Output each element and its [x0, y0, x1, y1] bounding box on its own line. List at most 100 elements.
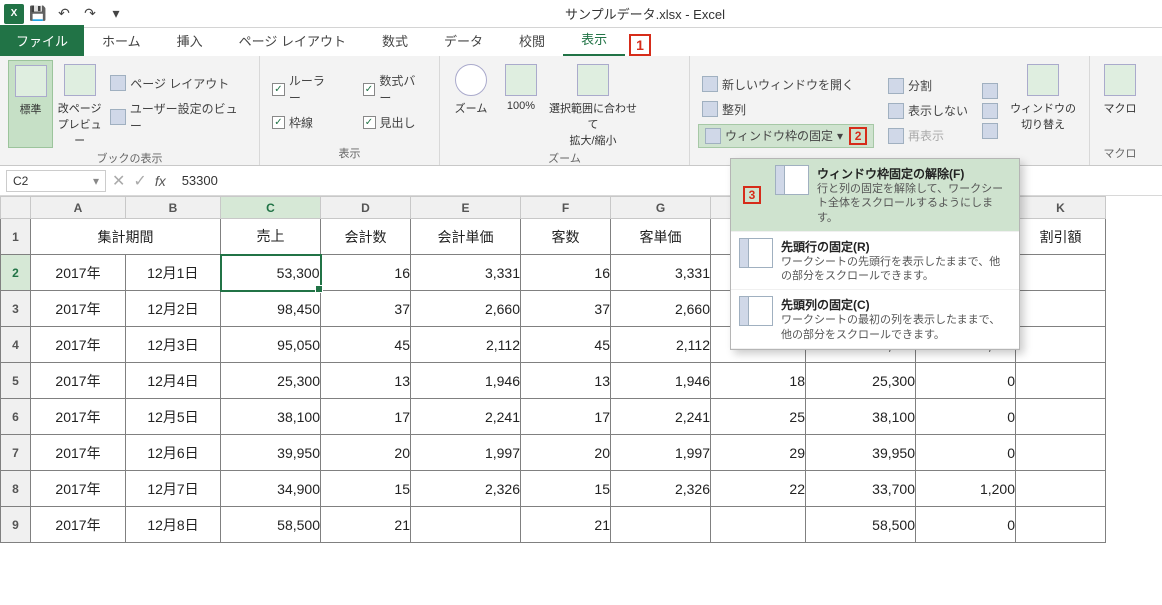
- cell[interactable]: 38,100: [221, 399, 321, 435]
- cell[interactable]: 15: [521, 471, 611, 507]
- col-header[interactable]: C: [221, 197, 321, 219]
- row-header[interactable]: 1: [1, 219, 31, 255]
- cell[interactable]: 12月2日: [126, 291, 221, 327]
- cell[interactable]: [1016, 363, 1106, 399]
- cell[interactable]: 2017年: [31, 363, 126, 399]
- cell[interactable]: 0: [916, 435, 1016, 471]
- cell[interactable]: [1016, 471, 1106, 507]
- cell[interactable]: 1,946: [611, 363, 711, 399]
- qat-customize-icon[interactable]: ▾: [104, 2, 128, 26]
- row-header[interactable]: 3: [1, 291, 31, 327]
- cell[interactable]: 53,300: [221, 255, 321, 291]
- cell[interactable]: 12月4日: [126, 363, 221, 399]
- cell[interactable]: 21: [321, 507, 411, 543]
- cell[interactable]: 21: [521, 507, 611, 543]
- cell[interactable]: 18: [711, 363, 806, 399]
- row-header[interactable]: 5: [1, 363, 31, 399]
- cell[interactable]: 2,326: [611, 471, 711, 507]
- cell[interactable]: 12月6日: [126, 435, 221, 471]
- cell[interactable]: 16: [521, 255, 611, 291]
- cell[interactable]: 2,241: [411, 399, 521, 435]
- col-header[interactable]: K: [1016, 197, 1106, 219]
- split-button[interactable]: 分割: [884, 75, 972, 96]
- cell[interactable]: 2017年: [31, 435, 126, 471]
- page-layout-button[interactable]: ページ レイアウト: [106, 73, 251, 94]
- unfreeze-panes-item[interactable]: 3 ウィンドウ枠固定の解除(F) 行と列の固定を解除して、ワークシート全体をスク…: [731, 159, 1019, 232]
- row-header[interactable]: 9: [1, 507, 31, 543]
- cell[interactable]: 29: [711, 435, 806, 471]
- cell[interactable]: 17: [521, 399, 611, 435]
- compare-icon[interactable]: [982, 83, 998, 99]
- cell[interactable]: 15: [321, 471, 411, 507]
- save-button[interactable]: 💾: [26, 2, 50, 26]
- cell[interactable]: 0: [916, 507, 1016, 543]
- cell[interactable]: [1016, 507, 1106, 543]
- cell[interactable]: 12月8日: [126, 507, 221, 543]
- cell[interactable]: 34,900: [221, 471, 321, 507]
- cell[interactable]: 38,100: [806, 399, 916, 435]
- cell[interactable]: [611, 507, 711, 543]
- cell[interactable]: 16: [321, 255, 411, 291]
- cell[interactable]: 2017年: [31, 471, 126, 507]
- cell[interactable]: 39,950: [806, 435, 916, 471]
- cell[interactable]: 98,450: [221, 291, 321, 327]
- cancel-icon[interactable]: ✕: [112, 171, 125, 191]
- freeze-first-col-item[interactable]: 先頭列の固定(C) ワークシートの最初の列を表示したままで、他の部分をスクロール…: [731, 290, 1019, 349]
- tab-insert[interactable]: 挿入: [159, 25, 221, 56]
- cell[interactable]: 20: [521, 435, 611, 471]
- reset-pos-icon[interactable]: [982, 123, 998, 139]
- cell[interactable]: 45: [521, 327, 611, 363]
- cell[interactable]: [711, 507, 806, 543]
- enter-icon[interactable]: ✓: [133, 171, 146, 191]
- row-header[interactable]: 8: [1, 471, 31, 507]
- cell[interactable]: 売上: [221, 219, 321, 255]
- tab-view[interactable]: 表示: [563, 23, 625, 56]
- hide-button[interactable]: 表示しない: [884, 100, 972, 121]
- tab-home[interactable]: ホーム: [84, 25, 159, 56]
- cell[interactable]: 12月1日: [126, 255, 221, 291]
- cell[interactable]: 2,112: [411, 327, 521, 363]
- cell[interactable]: 45: [321, 327, 411, 363]
- cell[interactable]: 2017年: [31, 327, 126, 363]
- freeze-panes-button[interactable]: ウィンドウ枠の固定 ▾ 2: [698, 124, 874, 148]
- cell[interactable]: 37: [521, 291, 611, 327]
- cell[interactable]: 2017年: [31, 291, 126, 327]
- redo-button[interactable]: ↷: [78, 2, 102, 26]
- tab-data[interactable]: データ: [426, 25, 501, 56]
- cell[interactable]: 37: [321, 291, 411, 327]
- cell[interactable]: 13: [521, 363, 611, 399]
- cell[interactable]: 客数: [521, 219, 611, 255]
- fx-icon[interactable]: fx: [155, 173, 166, 189]
- cell[interactable]: 25: [711, 399, 806, 435]
- arrange-button[interactable]: 整列: [698, 99, 874, 120]
- cell[interactable]: 12月3日: [126, 327, 221, 363]
- cell[interactable]: [1016, 291, 1106, 327]
- tab-review[interactable]: 校閲: [501, 25, 563, 56]
- gridlines-checkbox[interactable]: 枠線: [268, 112, 341, 133]
- cell[interactable]: 2,241: [611, 399, 711, 435]
- cell[interactable]: 12月7日: [126, 471, 221, 507]
- cell[interactable]: 2,112: [611, 327, 711, 363]
- cell[interactable]: 割引額: [1016, 219, 1106, 255]
- col-header[interactable]: F: [521, 197, 611, 219]
- tab-file[interactable]: ファイル: [0, 25, 84, 56]
- cell[interactable]: 2,660: [611, 291, 711, 327]
- cell[interactable]: 25,300: [221, 363, 321, 399]
- col-header[interactable]: D: [321, 197, 411, 219]
- cell[interactable]: 0: [916, 363, 1016, 399]
- cell[interactable]: 58,500: [221, 507, 321, 543]
- col-header[interactable]: B: [126, 197, 221, 219]
- undo-button[interactable]: ↶: [52, 2, 76, 26]
- name-box[interactable]: C2 ▾: [6, 170, 106, 192]
- row-header[interactable]: 6: [1, 399, 31, 435]
- new-window-button[interactable]: 新しいウィンドウを開く: [698, 74, 874, 95]
- cell[interactable]: 33,700: [806, 471, 916, 507]
- cell[interactable]: 13: [321, 363, 411, 399]
- cell[interactable]: [1016, 327, 1106, 363]
- select-all-corner[interactable]: [1, 197, 31, 219]
- row-header[interactable]: 7: [1, 435, 31, 471]
- cell[interactable]: [1016, 399, 1106, 435]
- cell[interactable]: 2017年: [31, 507, 126, 543]
- cell[interactable]: 1,997: [611, 435, 711, 471]
- zoom-selection-button[interactable]: 選択範囲に合わせて 拡大/縮小: [548, 60, 638, 148]
